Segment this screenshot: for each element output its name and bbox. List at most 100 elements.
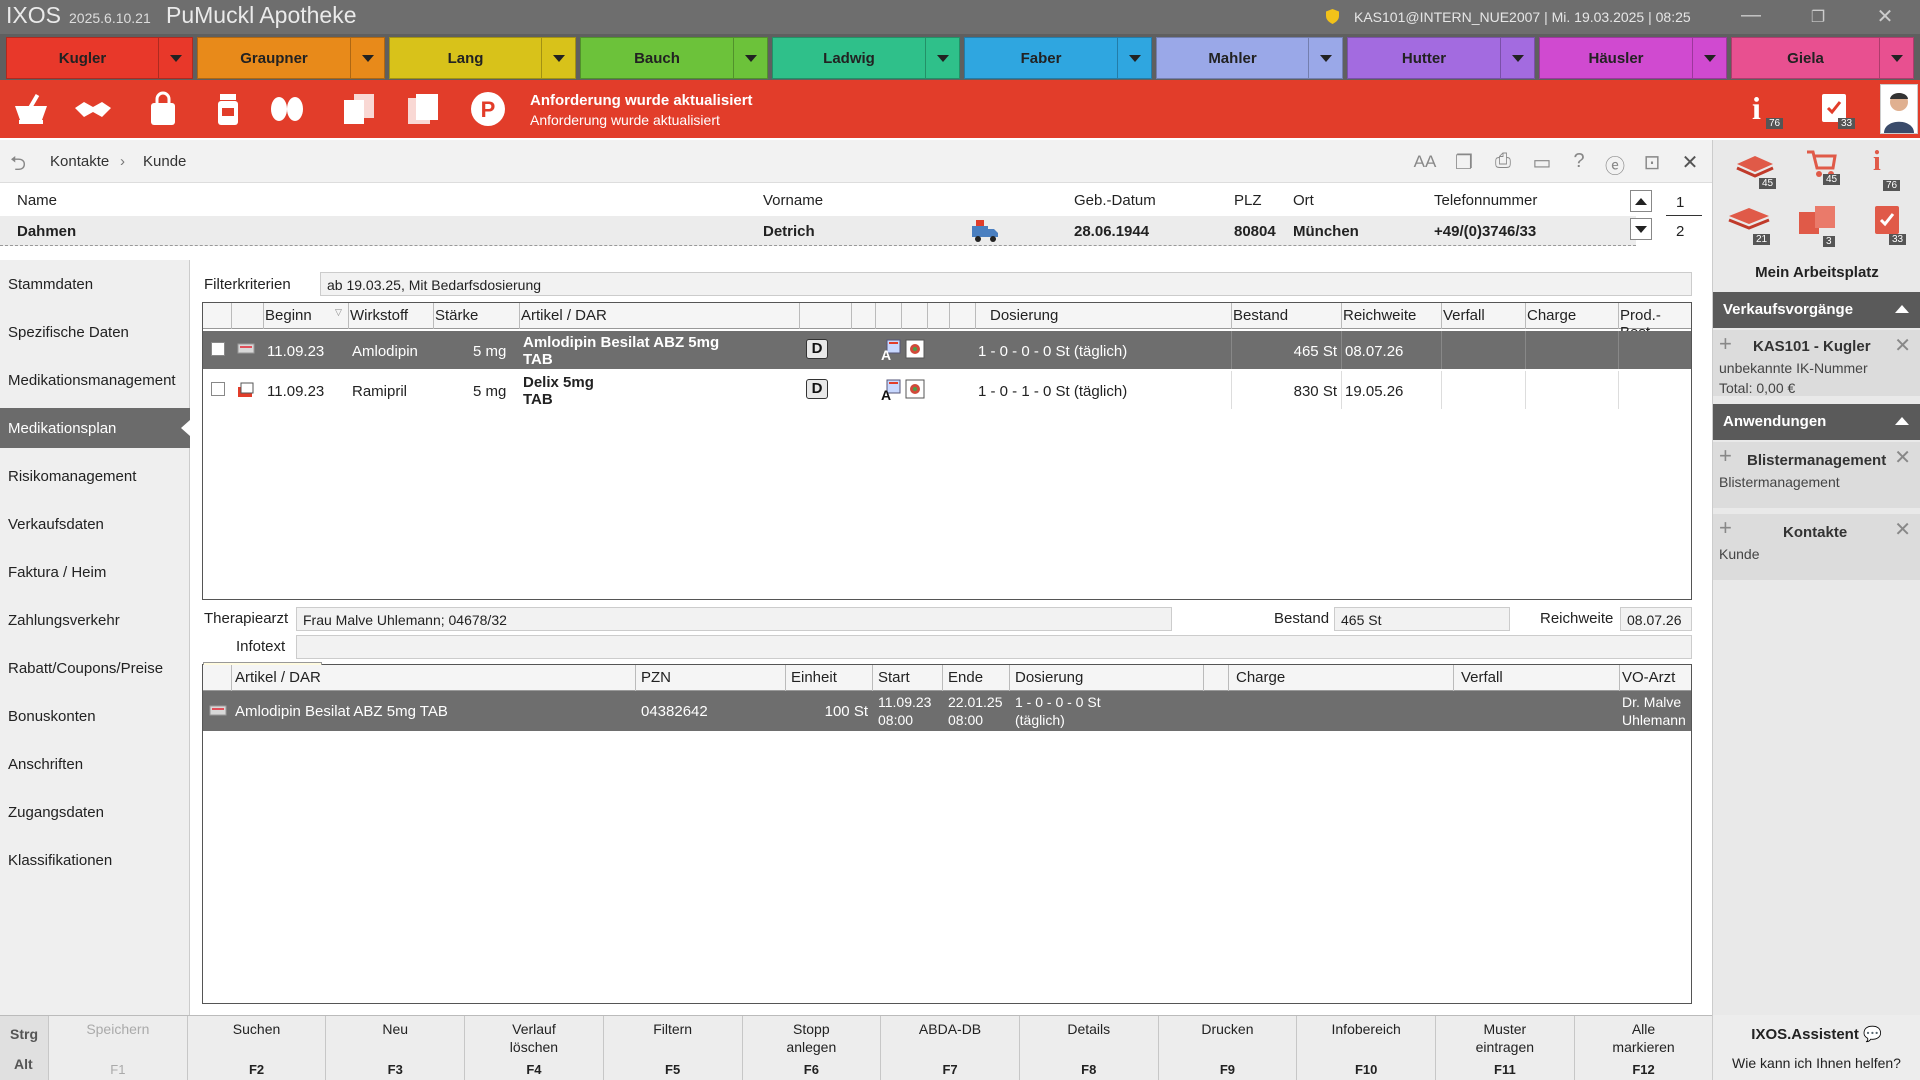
handshake-icon[interactable] <box>72 88 114 130</box>
page-down-button[interactable] <box>1630 218 1652 240</box>
close-card-icon[interactable]: ✕ <box>1894 333 1911 358</box>
help-icon[interactable]: ? <box>1567 150 1591 174</box>
user-tab-bauch[interactable]: Bauch <box>580 37 768 79</box>
sidebar-item-klassifikationen[interactable]: Klassifikationen <box>0 840 190 880</box>
sidebar-item-spezifische-daten[interactable]: Spezifische Daten <box>0 312 190 352</box>
fkey-f1-button[interactable]: Speichern F1 <box>48 1016 187 1080</box>
assistant-panel[interactable]: IXOS.Assistent 💬 Wie kann ich Ihnen helf… <box>1712 1015 1920 1080</box>
documents-icon[interactable] <box>402 88 444 130</box>
prescription-row[interactable]: Amlodipin Besilat ABZ 5mg TAB 04382642 100… <box>203 691 1691 731</box>
chevron-down-icon[interactable] <box>1692 38 1726 78</box>
fkey-f10-button[interactable]: Infobereich F10 <box>1296 1016 1435 1080</box>
column-header-verfall[interactable]: Verfall <box>1461 669 1503 686</box>
close-card-icon[interactable]: ✕ <box>1894 517 1911 542</box>
column-header-start[interactable]: Start <box>878 669 910 686</box>
fkey-f11-button[interactable]: Muster eintragen F11 <box>1435 1016 1574 1080</box>
fkey-f7-button[interactable]: ABDA-DB F7 <box>880 1016 1019 1080</box>
user-tab-giela[interactable]: Giela <box>1731 37 1914 79</box>
image-icon[interactable] <box>905 379 927 401</box>
shopping-bag-icon[interactable] <box>142 88 184 130</box>
column-header-charge[interactable]: Charge <box>1236 669 1285 686</box>
pills-icon[interactable] <box>266 88 308 130</box>
column-header-dosierung[interactable]: Dosierung <box>990 307 1058 324</box>
column-header-verfall[interactable]: Verfall <box>1443 307 1485 324</box>
plus-icon[interactable]: + <box>1719 515 1732 541</box>
user-tab-faber[interactable]: Faber <box>964 37 1152 79</box>
bestand-field[interactable]: 465 St <box>1334 607 1510 631</box>
workspace-icons[interactable]: 45 45 i 76 21 3 33 <box>1713 140 1920 250</box>
chevron-down-icon[interactable] <box>733 38 767 78</box>
close-icon[interactable]: ✕ <box>1678 150 1702 174</box>
window-icon[interactable]: ⊡ <box>1640 150 1664 174</box>
boxes-icon[interactable] <box>338 88 380 130</box>
chevron-down-icon[interactable] <box>158 38 192 78</box>
chevron-down-icon[interactable] <box>1879 38 1913 78</box>
sidebar-item-stammdaten[interactable]: Stammdaten <box>0 264 190 304</box>
anwendungen-header[interactable]: Anwendungen <box>1713 404 1920 440</box>
font-size-icon[interactable]: AA <box>1413 152 1437 176</box>
user-tab-häusler[interactable]: Häusler <box>1539 37 1727 79</box>
column-header-wirkstoff[interactable]: Wirkstoff <box>350 307 408 324</box>
sidebar-item-medikationsmanagement[interactable]: Medikationsmanagement <box>0 360 190 400</box>
column-header-beginn[interactable]: Beginn <box>265 307 312 324</box>
column-header-pzn[interactable]: PZN <box>641 669 671 686</box>
medication-row[interactable]: 11.09.23 Amlodipin 5 mg Amlodipin Besilat A… <box>203 331 1691 369</box>
breadcrumb-kontakte[interactable]: Kontakte <box>50 153 109 170</box>
column-header-ende[interactable]: Ende <box>948 669 983 686</box>
filter-field[interactable]: ab 19.03.25, Mit Bedarfsdosierung <box>320 272 1692 296</box>
sidebar-item-faktura-heim[interactable]: Faktura / Heim <box>0 552 190 592</box>
page-up-button[interactable] <box>1630 190 1652 212</box>
fkey-f5-button[interactable]: Filtern F5 <box>602 1016 742 1080</box>
medication-row[interactable]: 11.09.23 Ramipril 5 mg Delix 5mg TAB D A 1 - 0 … <box>203 371 1691 409</box>
column-header-vo-arzt[interactable]: VO-Arzt <box>1622 669 1675 686</box>
close-card-icon[interactable]: ✕ <box>1894 445 1911 470</box>
close-window-button[interactable]: ✕ <box>1870 4 1900 29</box>
column-header-charge[interactable]: Charge <box>1527 307 1576 324</box>
reichweite-field[interactable]: 08.07.26 <box>1620 607 1692 631</box>
sidebar-item-anschriften[interactable]: Anschriften <box>0 744 190 784</box>
fkey-f4-button[interactable]: Verlauf löschen F4 <box>464 1016 603 1080</box>
user-tab-mahler[interactable]: Mahler <box>1156 37 1343 79</box>
chevron-down-icon[interactable] <box>1308 38 1342 78</box>
tasks-button[interactable]: 33 <box>1818 88 1858 134</box>
column-header-dosierung[interactable]: Dosierung <box>1015 669 1083 686</box>
chevron-down-icon[interactable] <box>925 38 959 78</box>
minimize-button[interactable]: — <box>1736 4 1766 27</box>
column-header-bestand[interactable]: Bestand <box>1233 307 1288 324</box>
row-checkbox[interactable] <box>211 382 225 396</box>
plus-icon[interactable]: + <box>1719 443 1732 469</box>
e-icon[interactable]: ⓔ <box>1603 150 1627 178</box>
back-icon[interactable]: ⮌ <box>6 149 30 175</box>
fkey-f9-button[interactable]: Drucken F9 <box>1157 1016 1297 1080</box>
restore-button[interactable]: ❐ <box>1803 7 1833 27</box>
plus-icon[interactable]: + <box>1719 331 1732 357</box>
article-info-icon[interactable]: A <box>879 339 901 363</box>
sidebar-item-zahlungsverkehr[interactable]: Zahlungsverkehr <box>0 600 190 640</box>
sidebar-item-medikationsplan[interactable]: Medikationsplan <box>0 408 190 448</box>
chevron-down-icon[interactable] <box>350 38 384 78</box>
fkey-f3-button[interactable]: Neu F3 <box>325 1016 464 1080</box>
column-header-artikel-dar[interactable]: Artikel / DAR <box>235 669 321 686</box>
user-tab-ladwig[interactable]: Ladwig <box>772 37 960 79</box>
fkey-f12-button[interactable]: Alle markieren F12 <box>1573 1016 1713 1080</box>
info-button[interactable]: i 76 <box>1746 88 1786 134</box>
column-header-stärke[interactable]: Stärke <box>435 307 478 324</box>
payback-icon[interactable]: P <box>467 88 509 130</box>
sidebar-item-zugangsdaten[interactable]: Zugangsdaten <box>0 792 190 832</box>
sidebar-item-rabatt-coupons-preise[interactable]: Rabatt/Coupons/Preise <box>0 648 190 688</box>
sidebar-item-verkaufsdaten[interactable]: Verkaufsdaten <box>0 504 190 544</box>
chevron-down-icon[interactable] <box>1117 38 1151 78</box>
app-card-blister[interactable]: + Blistermanagement ✕ Blistermanagement <box>1713 442 1920 508</box>
column-header-einheit[interactable]: Einheit <box>791 669 837 686</box>
customer-row[interactable]: Dahmen Detrich 28.06.1944 80804 München … <box>0 216 1636 246</box>
monitor-icon[interactable]: ▭ <box>1530 150 1554 174</box>
chevron-down-icon[interactable] <box>541 38 575 78</box>
avatar[interactable] <box>1880 84 1918 134</box>
column-header-artikel-dar[interactable]: Artikel / DAR <box>521 307 607 324</box>
fkey-f8-button[interactable]: Details F8 <box>1018 1016 1158 1080</box>
app-card-kontakte[interactable]: + Kontakte ✕ Kunde <box>1713 514 1920 580</box>
column-header-reichweite[interactable]: Reichweite <box>1343 307 1416 324</box>
fkey-f2-button[interactable]: Suchen F2 <box>186 1016 326 1080</box>
therapiearzt-field[interactable]: Frau Malve Uhlemann; 04678/32 <box>296 607 1172 631</box>
printer-icon[interactable]: ⎙ <box>1491 150 1515 174</box>
